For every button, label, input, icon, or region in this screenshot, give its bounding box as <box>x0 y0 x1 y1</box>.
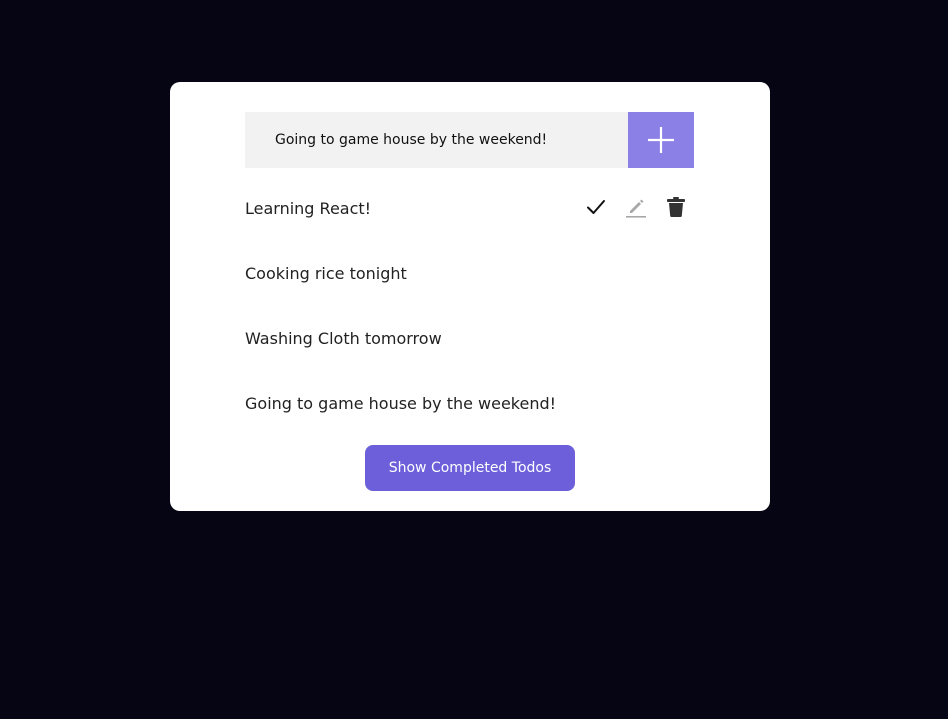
todo-card: Learning React! <box>170 82 770 511</box>
trash-icon <box>667 196 685 217</box>
todo-item[interactable]: Washing Cloth tomorrow <box>245 306 694 371</box>
todo-item[interactable]: Cooking rice tonight <box>245 241 694 306</box>
show-completed-todos-button[interactable]: Show Completed Todos <box>365 445 575 491</box>
todo-item[interactable]: Going to game house by the weekend! <box>245 371 694 436</box>
todo-input-row <box>245 112 694 168</box>
todo-actions <box>568 195 688 219</box>
todo-text: Washing Cloth tomorrow <box>245 329 442 348</box>
todo-text: Learning React! <box>245 199 372 218</box>
todo-text: Going to game house by the weekend! <box>245 394 557 413</box>
complete-todo-button[interactable] <box>584 195 608 219</box>
delete-todo-button[interactable] <box>664 195 688 219</box>
todo-item[interactable]: Learning React! <box>245 176 694 241</box>
check-icon <box>587 199 605 214</box>
todo-list: Learning React! Cooking rice tonight Was… <box>245 176 694 436</box>
edit-todo-button[interactable] <box>624 195 648 219</box>
plus-icon <box>648 127 674 153</box>
todo-input[interactable] <box>245 112 628 168</box>
add-todo-button[interactable] <box>628 112 694 168</box>
pencil-icon <box>626 199 646 218</box>
todo-text: Cooking rice tonight <box>245 264 407 283</box>
